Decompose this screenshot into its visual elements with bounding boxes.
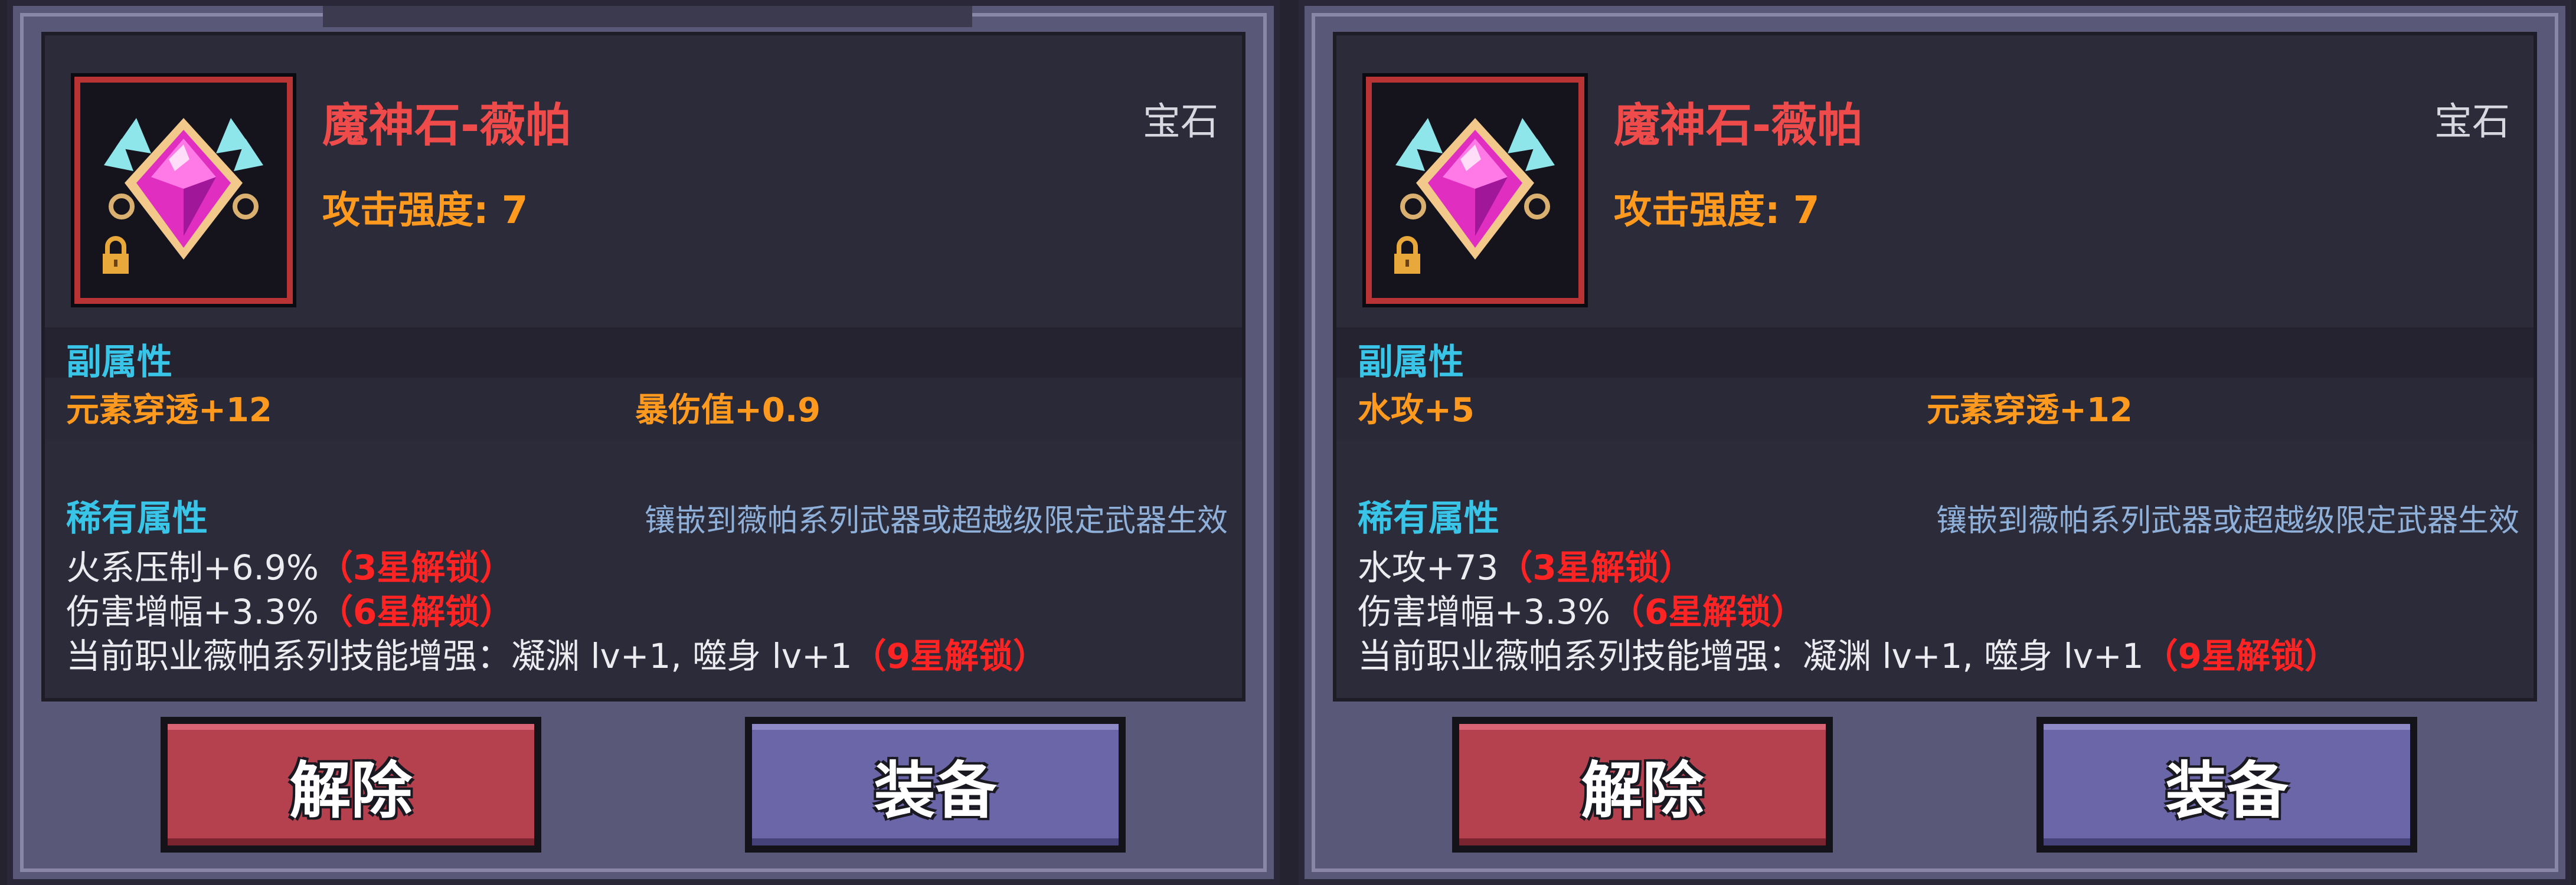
item-name: 魔神石-薇帕 xyxy=(1614,99,1864,152)
unlock-condition: （3星解锁） xyxy=(1498,548,1694,588)
equip-button[interactable]: 装备 xyxy=(745,717,1126,853)
rare-attr-line-1: 水攻+73（3星解锁） xyxy=(1358,540,1694,589)
sub-attr-header-band xyxy=(1336,327,2533,378)
rare-attr-text: 火系压制+6.9% xyxy=(66,548,319,588)
panel-content: 魔神石-薇帕 宝石 攻击强度: 7 副属性 水攻+5 元素穿透+12 稀有属性 … xyxy=(1333,32,2537,702)
rare-attr-line-3: 当前职业薇帕系列技能增强：凝渊 lv+1, 噬身 lv+1（9星解锁） xyxy=(1358,628,2339,678)
unlock-condition: （6星解锁） xyxy=(318,592,514,632)
item-type-label: 宝石 xyxy=(2434,100,2510,144)
sub-attr-title: 副属性 xyxy=(1358,342,1464,383)
unequip-button[interactable]: 解除 xyxy=(1452,717,1833,853)
rare-attr-note: 镶嵌到薇帕系列武器或超越级限定武器生效 xyxy=(644,503,1228,539)
unlock-condition: （3星解锁） xyxy=(318,548,514,588)
sub-attr-1: 水攻+5 xyxy=(1358,391,1475,430)
sub-attr-title: 副属性 xyxy=(66,342,172,383)
equip-button[interactable]: 装备 xyxy=(2036,717,2417,853)
rare-attr-line-3: 当前职业薇帕系列技能增强：凝渊 lv+1, 噬身 lv+1（9星解锁） xyxy=(66,628,1047,678)
sub-attr-header-band xyxy=(45,327,1242,378)
rare-attr-line-1: 火系压制+6.9%（3星解锁） xyxy=(66,540,514,589)
item-name: 魔神石-薇帕 xyxy=(322,99,572,152)
panel-content: 魔神石-薇帕 宝石 攻击强度: 7 副属性 元素穿透+12 暴伤值+0.9 稀有… xyxy=(41,32,1245,702)
gem-icon-frame xyxy=(1366,77,1584,304)
unlock-condition: （6星解锁） xyxy=(1610,592,1806,632)
attack-stat: 攻击强度: 7 xyxy=(322,189,528,232)
attack-stat: 攻击强度: 7 xyxy=(1614,189,1820,232)
header-strip xyxy=(323,6,972,27)
rare-attr-title: 稀有属性 xyxy=(1358,498,1499,539)
gem-icon-frame xyxy=(74,77,293,304)
unlock-condition: （9星解锁） xyxy=(852,636,1047,676)
rare-attr-note: 镶嵌到薇帕系列武器或超越级限定武器生效 xyxy=(1936,503,2519,539)
gem-detail-panel-right: 魔神石-薇帕 宝石 攻击强度: 7 副属性 水攻+5 元素穿透+12 稀有属性 … xyxy=(1299,0,2571,885)
sub-attr-2: 元素穿透+12 xyxy=(1927,391,2133,430)
rare-attr-text: 伤害增幅+3.3% xyxy=(1358,592,1610,632)
rare-attr-title: 稀有属性 xyxy=(66,498,208,539)
rare-attr-text: 水攻+73 xyxy=(1358,548,1499,588)
sub-attr-1: 元素穿透+12 xyxy=(66,391,272,430)
rare-attr-line-2: 伤害增幅+3.3%（6星解锁） xyxy=(66,584,514,634)
lock-icon xyxy=(103,236,129,274)
item-type-label: 宝石 xyxy=(1143,100,1218,144)
unlock-condition: （9星解锁） xyxy=(2143,636,2339,676)
rare-attr-line-2: 伤害增幅+3.3%（6星解锁） xyxy=(1358,584,1805,634)
rare-attr-text: 当前职业薇帕系列技能增强：凝渊 lv+1, 噬身 lv+1 xyxy=(66,636,852,676)
rare-attr-text: 伤害增幅+3.3% xyxy=(66,592,319,632)
unequip-button[interactable]: 解除 xyxy=(161,717,541,853)
gem-detail-panel-left: 魔神石-薇帕 宝石 攻击强度: 7 副属性 元素穿透+12 暴伤值+0.9 稀有… xyxy=(7,0,1280,885)
rare-attr-text: 当前职业薇帕系列技能增强：凝渊 lv+1, 噬身 lv+1 xyxy=(1358,636,2144,676)
lock-icon xyxy=(1394,236,1420,274)
sub-attr-2: 暴伤值+0.9 xyxy=(635,391,821,430)
